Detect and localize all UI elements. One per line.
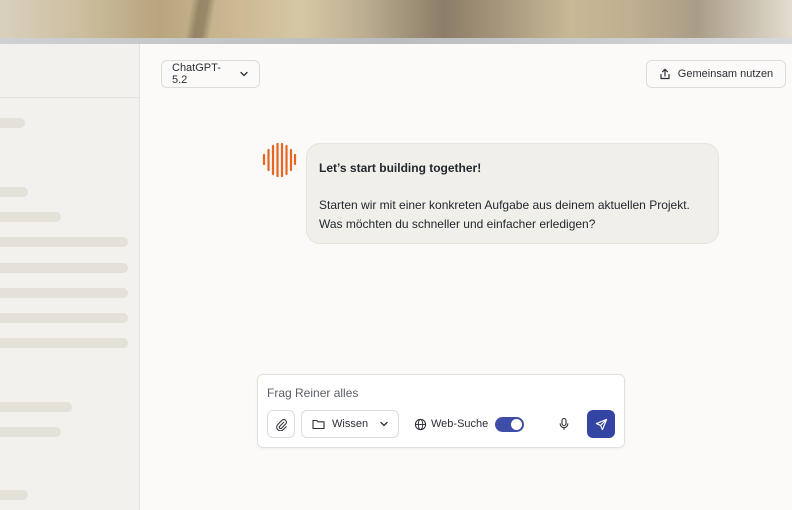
share-button[interactable]: Gemeinsam nutzen: [646, 60, 786, 88]
sidebar-item-placeholder[interactable]: [0, 212, 61, 222]
composer-input[interactable]: Frag Reiner alles: [267, 386, 358, 400]
share-icon: [659, 68, 671, 80]
chevron-down-icon: [379, 419, 389, 429]
sidebar-item-placeholder[interactable]: [0, 427, 61, 437]
sidebar-item-placeholder[interactable]: [0, 313, 128, 323]
web-search-label: Web-Suche: [431, 418, 489, 430]
attach-button[interactable]: [267, 410, 295, 438]
web-search-toggle[interactable]: [495, 416, 525, 432]
knowledge-dropdown-label: Wissen: [332, 418, 369, 430]
web-search-toggle-group: Web-Suche: [414, 416, 525, 432]
sidebar: [0, 44, 140, 510]
chat-app-window: ChatGPT-5.2 Gemeinsam nutzen Let’s start: [0, 44, 792, 510]
sidebar-divider: [0, 97, 140, 98]
message-text-line: Starten wir mit einer konkreten Aufgabe …: [319, 198, 690, 212]
globe-icon: [414, 418, 427, 431]
assistant-message-bubble: Let’s start building together! Starten w…: [306, 143, 719, 244]
sidebar-item-placeholder[interactable]: [0, 187, 28, 197]
toggle-knob: [511, 418, 523, 430]
microphone-button[interactable]: [556, 416, 572, 432]
model-selector-label: ChatGPT-5.2: [172, 62, 221, 86]
message-title: Let’s start building together!: [319, 161, 482, 175]
sidebar-item-placeholder[interactable]: [0, 338, 128, 348]
send-button[interactable]: [587, 410, 615, 438]
sidebar-item-placeholder[interactable]: [0, 490, 28, 500]
message-composer[interactable]: Frag Reiner alles Wissen Web-Suche: [257, 374, 625, 448]
message-text-line: Was möchten du schneller und einfacher e…: [319, 217, 596, 231]
paperclip-icon: [275, 418, 288, 431]
microphone-icon: [556, 416, 572, 432]
sidebar-item-placeholder[interactable]: [0, 237, 128, 247]
assistant-logo: [261, 142, 297, 178]
sidebar-item-placeholder[interactable]: [0, 402, 72, 412]
send-icon: [595, 418, 608, 431]
sidebar-item-placeholder[interactable]: [0, 288, 128, 298]
knowledge-dropdown[interactable]: Wissen: [301, 410, 399, 438]
folder-icon: [312, 418, 325, 430]
sidebar-item-placeholder[interactable]: [0, 118, 25, 128]
chevron-down-icon: [239, 69, 249, 79]
share-button-label: Gemeinsam nutzen: [677, 68, 774, 80]
background-photo-banner: [0, 0, 792, 44]
model-selector[interactable]: ChatGPT-5.2: [161, 60, 260, 88]
sidebar-item-placeholder[interactable]: [0, 263, 128, 273]
